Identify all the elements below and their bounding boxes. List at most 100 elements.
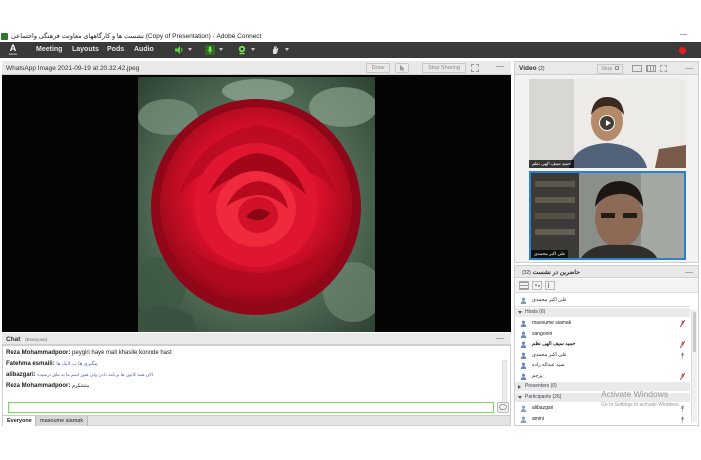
chat-text: متشکرم	[72, 383, 90, 389]
video-tile[interactable]: حمید سیف الهی نظم	[529, 79, 686, 168]
chat-tab-private[interactable]: masoume siamak	[35, 416, 89, 426]
chat-sender: Reza Mohammadpoor:	[6, 350, 71, 356]
chat-sender: Reza Mohammadpoor:	[6, 383, 71, 389]
mic-icon	[681, 352, 684, 359]
status-dropdown-icon[interactable]	[285, 48, 289, 51]
chat-message: Fatehma esmaili: پیگیری ها ب لایک ها	[6, 361, 98, 367]
presenters-group-label: Presenters (0)	[525, 383, 557, 389]
mic-icon	[681, 416, 684, 423]
chat-message: alibazgari: الان همه کانون ها برنامه داد…	[6, 372, 153, 378]
menu-layouts[interactable]: Layouts	[72, 46, 99, 53]
microphone-dropdown-icon[interactable]	[219, 48, 223, 51]
status-view-icon[interactable]	[532, 281, 542, 290]
window-title: نشست ها و کارگاههای معاونت فرهنگی واجتما…	[11, 33, 262, 40]
attendees-count: (32)	[522, 270, 531, 276]
video-options-icon[interactable]	[685, 68, 693, 69]
attendee-name: حمید سیف الهی نظم	[532, 341, 576, 347]
attendee-name: amini	[532, 415, 544, 422]
presenter-row[interactable]: علی اکبر محمدی	[515, 295, 690, 306]
attendee-name: masoume siamak	[532, 320, 572, 326]
attendee-row[interactable]: amini	[515, 414, 690, 425]
participant-video-icon	[531, 173, 684, 258]
user-icon	[520, 416, 527, 423]
menu-meeting[interactable]: Meeting	[36, 46, 62, 53]
attendee-name: علی اکبر محمدی	[532, 351, 567, 358]
chat-pod-header: Chat (Everyone)	[2, 333, 511, 345]
menu-bar: A Adobe Meeting Layouts Pods Audio	[0, 42, 701, 58]
host-icon	[520, 320, 527, 327]
chat-sender: Fatehma esmaili:	[6, 361, 55, 367]
share-pod-title: WhatsApp Image 2021-09-19 at 20.32.42.jp…	[6, 65, 140, 72]
expand-icon	[518, 385, 521, 389]
raise-hand-icon[interactable]	[270, 45, 280, 55]
attendees-options-icon[interactable]	[685, 272, 693, 273]
attendee-name: سید عبداله زاده	[532, 362, 565, 368]
menu-audio[interactable]: Audio	[134, 46, 154, 53]
video-name-label: حمید سیف الهی نظم	[529, 160, 575, 168]
video-pod-title: Video (2)	[519, 65, 545, 72]
speaker-dropdown-icon[interactable]	[188, 48, 192, 51]
grid-view-icon[interactable]	[646, 65, 656, 72]
user-icon	[520, 297, 527, 304]
collapse-icon	[518, 311, 522, 314]
collapse-icon	[518, 396, 522, 399]
list-view-icon[interactable]	[519, 281, 529, 290]
attendee-row[interactable]: masoume siamak	[515, 318, 690, 329]
video-name-label: علی اکبر محمدی	[531, 250, 569, 258]
attendee-row[interactable]: حمید سیف الهی نظم	[515, 339, 690, 350]
stop-sharing-button[interactable]: Stop Sharing	[422, 63, 466, 73]
adobe-logo-icon: A Adobe	[5, 43, 21, 57]
chat-tab-everyone[interactable]: Everyone	[3, 416, 36, 426]
hosts-group-header[interactable]: Hosts (6)	[515, 308, 690, 317]
sort-icon[interactable]	[545, 281, 555, 290]
activate-windows-subtext: Go to Settings to activate Windows.	[601, 402, 680, 408]
play-icon[interactable]	[599, 115, 615, 131]
host-icon	[520, 362, 527, 369]
video-count: (2)	[538, 66, 545, 72]
menu-pods[interactable]: Pods	[107, 46, 124, 53]
attendee-row[interactable]: پرچم	[515, 371, 690, 382]
webcam-icon[interactable]	[237, 45, 247, 55]
window-titlebar: نشست ها و کارگاههای معاونت فرهنگی واجتما…	[0, 31, 701, 42]
attendees-pod: حاضرین در نشست (32) علی اکبر محمدی Hosts…	[514, 265, 699, 426]
speaker-icon[interactable]	[174, 45, 184, 55]
participants-group-label: Participants (26)	[525, 394, 562, 400]
hosts-group-label: Hosts (6)	[525, 309, 546, 315]
mic-muted-icon	[680, 341, 685, 348]
attendees-pod-header: حاضرین در نشست (32)	[515, 266, 698, 278]
recording-indicator-icon[interactable]	[679, 47, 686, 54]
mic-muted-icon	[680, 372, 685, 380]
host-icon	[520, 331, 527, 338]
chat-title: Chat	[6, 336, 21, 343]
minimize-button[interactable]: —	[680, 31, 687, 38]
attendee-row[interactable]: سید عبداله زاده	[515, 360, 690, 371]
attendees-scrollbar[interactable]	[691, 310, 697, 422]
fullscreen-icon[interactable]	[471, 64, 479, 72]
video-fullscreen-icon[interactable]	[660, 65, 667, 72]
pod-options-icon[interactable]	[496, 66, 504, 67]
stop-video-button[interactable]: Stop	[597, 64, 623, 74]
chat-tab-bar: Everyone masoume siamak	[3, 415, 510, 426]
filmstrip-view-icon[interactable]	[632, 65, 642, 72]
chat-options-icon[interactable]	[496, 338, 504, 339]
attendees-pod-title: حاضرین در نشست (32)	[519, 269, 580, 276]
webcam-dropdown-icon[interactable]	[251, 48, 255, 51]
speech-bubble-icon	[499, 404, 507, 411]
microphone-icon[interactable]	[205, 45, 215, 55]
attendee-name: alibazgari	[532, 405, 554, 411]
chat-pod: Reza Mohammadpoor: peygiri haye mali kha…	[2, 345, 511, 426]
pointer-button[interactable]	[395, 63, 409, 73]
attendee-row[interactable]: علی اکبر محمدی	[515, 350, 690, 361]
mic-muted-icon	[680, 320, 685, 327]
chat-send-button[interactable]	[497, 402, 509, 413]
pointer-icon	[400, 65, 405, 72]
attendee-row[interactable]: sangooni	[515, 329, 690, 340]
chat-message-input[interactable]	[8, 402, 494, 413]
scrollbar-thumb[interactable]	[693, 312, 696, 352]
draw-button[interactable]: Draw	[366, 63, 390, 73]
user-icon	[520, 405, 527, 412]
video-pod: Video (2) Stop حمید سیف الهی نظم علی اکب…	[514, 61, 699, 263]
chat-pod-title: Chat (Everyone)	[6, 336, 47, 343]
host-icon	[520, 341, 527, 348]
video-tile-selected[interactable]: علی اکبر محمدی	[529, 171, 686, 260]
